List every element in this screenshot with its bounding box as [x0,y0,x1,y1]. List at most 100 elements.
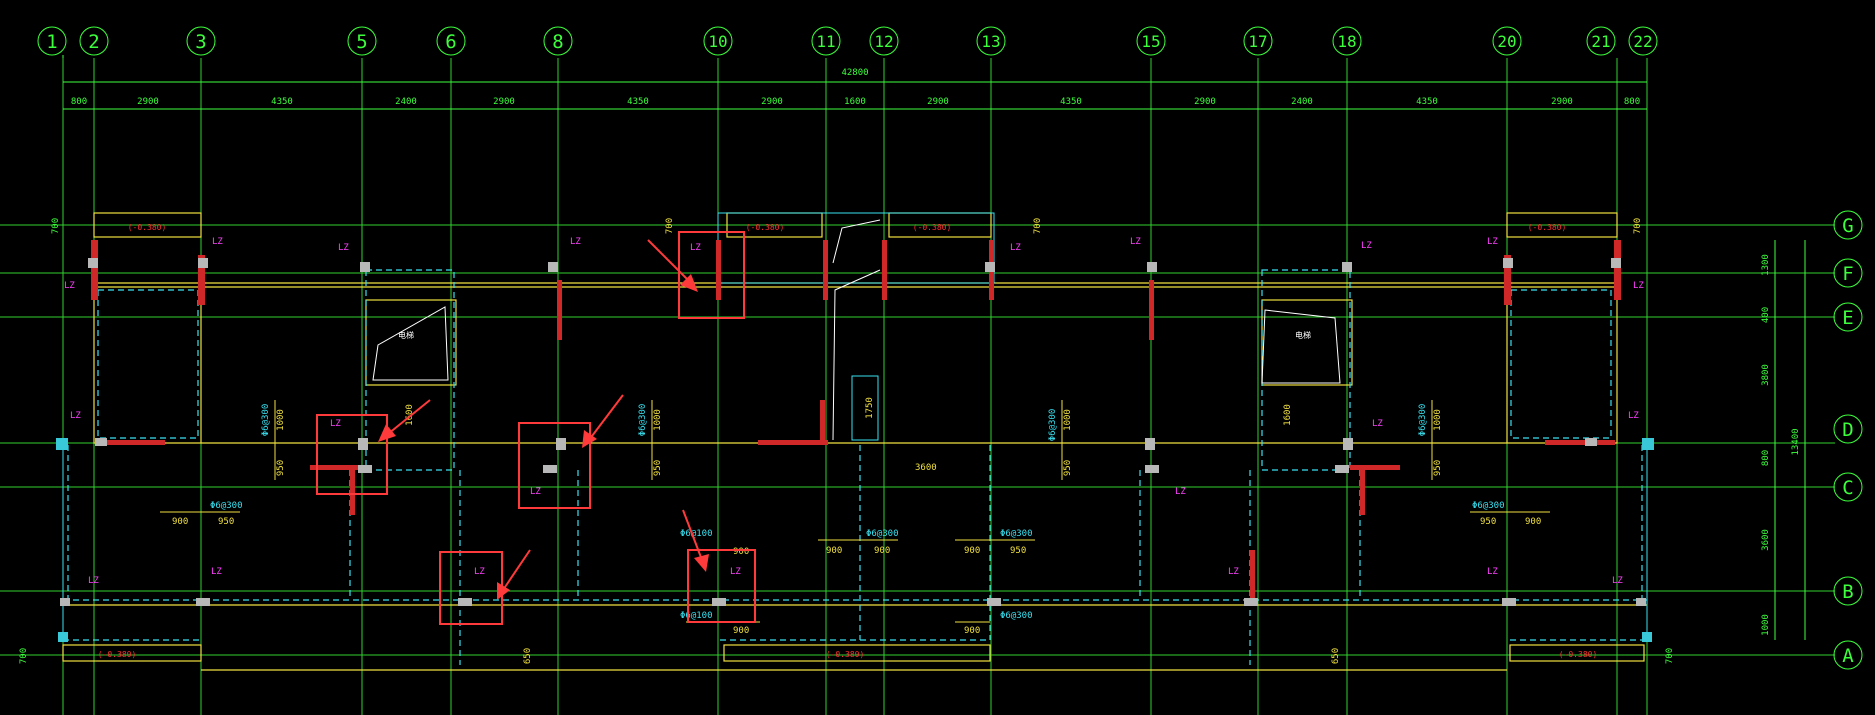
svg-text:LZ: LZ [212,237,223,247]
svg-text:400: 400 [1761,307,1771,323]
right-axis-bubbles: G F E D C B A [1833,210,1863,670]
axis-bubble-5: 5 [347,26,377,56]
svg-text:800: 800 [1761,450,1771,466]
right-dim-labels: 1300 400 3800 800 3600 1000 13400 [1761,254,1801,636]
svg-text:2900: 2900 [1551,97,1573,107]
axis-bubble-21: 21 [1586,26,1616,56]
svg-text:17: 17 [1248,32,1267,51]
rebar-annotations-cyan: Φ6@300 Φ6@300 Φ6@300 Φ6@100 Φ6@100 Φ6@30… [210,404,1505,621]
svg-text:4350: 4350 [1416,97,1438,107]
svg-text:900: 900 [826,546,842,556]
svg-text:Φ6@300: Φ6@300 [1048,409,1058,442]
svg-text:LZ: LZ [1628,411,1639,421]
svg-text:Φ6@300: Φ6@300 [1000,611,1033,621]
elevator-shaft-left: 电梯 [372,306,449,381]
svg-text:950: 950 [1063,460,1073,476]
axis-bubble-E: E [1833,302,1863,332]
svg-text:Φ6@300: Φ6@300 [1000,529,1033,539]
svg-text:1000: 1000 [1761,614,1771,636]
svg-text:(-0.380): (-0.380) [98,650,137,659]
svg-text:LZ: LZ [570,237,581,247]
svg-text:Φ6@300: Φ6@300 [638,404,648,437]
svg-text:10: 10 [708,32,727,51]
svg-text:(-0.380): (-0.380) [746,223,785,232]
svg-text:Φ6@300: Φ6@300 [1472,501,1505,511]
svg-text:Φ6@100: Φ6@100 [680,529,713,539]
highlight-box-4 [439,551,503,625]
svg-text:G: G [1842,215,1853,237]
svg-text:LZ: LZ [1487,567,1498,577]
svg-text:(-0.380): (-0.380) [913,223,952,232]
axis-bubble-3: 3 [186,26,216,56]
svg-text:LZ: LZ [1612,576,1623,586]
gray-columns [56,258,1654,606]
svg-text:(-0.380): (-0.380) [826,650,865,659]
svg-text:1000: 1000 [1063,409,1073,431]
cyan-solid-outline [62,212,1648,640]
svg-text:LZ: LZ [1361,241,1372,251]
axis-bubble-17: 17 [1243,26,1273,56]
left-dim-700-top: 700 [51,218,61,234]
svg-text:1600: 1600 [844,97,866,107]
top-axis-bubbles: 1 2 3 5 6 8 10 11 12 13 15 17 18 20 21 2… [37,26,1658,58]
svg-text:LZ: LZ [530,487,541,497]
axis-bubble-12: 12 [869,26,899,56]
svg-text:900: 900 [964,546,980,556]
svg-text:800: 800 [1624,97,1640,107]
svg-text:LZ: LZ [474,567,485,577]
cyan-dashed-beams [63,269,1647,665]
svg-text:(-0.380): (-0.380) [1528,223,1567,232]
svg-text:D: D [1842,419,1853,441]
svg-text:LZ: LZ [1487,237,1498,247]
arrow-3 [582,394,624,448]
svg-text:B: B [1842,581,1853,603]
svg-text:1600: 1600 [1283,404,1293,426]
svg-text:1750: 1750 [865,397,875,419]
svg-text:950: 950 [218,517,234,527]
axis-bubble-10: 10 [703,26,733,56]
svg-text:LZ: LZ [211,567,222,577]
axis-bubble-15: 15 [1136,26,1166,56]
svg-text:20: 20 [1497,32,1516,51]
svg-text:LZ: LZ [690,243,701,253]
svg-text:3600: 3600 [1761,529,1771,551]
svg-text:1300: 1300 [1761,254,1771,276]
axis-bubble-8: 8 [543,26,573,56]
svg-text:LZ: LZ [70,411,81,421]
svg-text:2900: 2900 [137,97,159,107]
axis-bubble-22: 22 [1628,26,1658,56]
svg-text:Φ6@300: Φ6@300 [210,501,243,511]
svg-text:13: 13 [981,32,1000,51]
svg-text:电梯: 电梯 [1295,330,1311,340]
svg-text:LZ: LZ [730,567,741,577]
svg-text:(-0.380): (-0.380) [128,223,167,232]
svg-text:电梯: 电梯 [398,330,414,340]
right-dim-700-bottom: 700 [1665,648,1675,664]
svg-text:1000: 1000 [653,409,663,431]
svg-text:900: 900 [172,517,188,527]
axis-bubble-13: 13 [976,26,1006,56]
svg-text:800: 800 [71,97,87,107]
svg-text:22: 22 [1633,32,1652,51]
axis-bubble-18: 18 [1332,26,1362,56]
left-dim-700-bottom: 700 [19,648,29,664]
axis-bubble-G: G [1833,210,1863,240]
svg-text:Φ6@300: Φ6@300 [866,529,899,539]
svg-text:6: 6 [445,31,456,53]
axis-bubble-F: F [1833,258,1863,288]
svg-text:900: 900 [874,546,890,556]
elevator-shaft-right: 电梯 [1261,309,1341,384]
svg-text:950: 950 [1433,460,1443,476]
svg-text:700: 700 [1033,218,1043,234]
svg-text:950: 950 [1480,517,1496,527]
svg-text:8: 8 [552,31,563,53]
svg-text:E: E [1842,307,1853,329]
svg-text:700: 700 [665,218,675,234]
lz-tags: LZ LZ LZ LZ LZ LZ LZ LZ LZ LZ LZ LZ LZ L… [64,237,1644,586]
axis-bubble-1: 1 [37,26,67,58]
overall-dim-label: 42800 [841,68,868,78]
svg-text:2900: 2900 [493,97,515,107]
svg-text:LZ: LZ [1633,281,1644,291]
arrow-5 [682,509,709,572]
svg-text:2900: 2900 [761,97,783,107]
